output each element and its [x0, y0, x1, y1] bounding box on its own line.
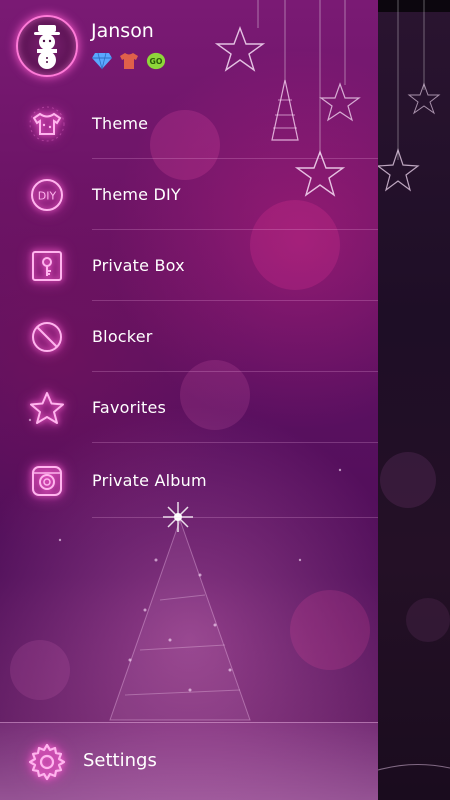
menu-item-label: Blocker — [92, 327, 153, 346]
menu-item-label: Favorites — [92, 398, 167, 417]
profile-header[interactable]: Janson GO — [0, 0, 378, 88]
diy-icon: DIY — [26, 174, 68, 216]
navigation-drawer: Janson GO Theme DIY Theme DIY Private Bo… — [0, 0, 378, 800]
menu-item-theme[interactable]: Theme — [0, 88, 378, 159]
go-icon: GO — [146, 51, 166, 71]
menu-item-label: Private Box — [92, 256, 185, 275]
menu-item-private-box[interactable]: Private Box — [0, 230, 378, 301]
menu-item-blocker[interactable]: Blocker — [0, 301, 378, 372]
avatar[interactable] — [16, 15, 78, 77]
camera-icon — [26, 460, 68, 502]
gear-icon — [26, 741, 68, 783]
background-panel — [378, 0, 450, 800]
menu-item-label: Theme DIY — [92, 185, 181, 204]
badge-row: GO — [92, 51, 166, 71]
svg-text:GO: GO — [150, 57, 163, 66]
menu-list: Theme DIY Theme DIY Private Box Blocker — [0, 88, 378, 518]
tshirt-icon — [26, 103, 68, 145]
menu-item-private-album[interactable]: Private Album — [0, 443, 378, 518]
menu-item-favorites[interactable]: Favorites — [0, 372, 378, 443]
star-icon — [26, 387, 68, 429]
settings-button[interactable]: Settings — [0, 722, 378, 800]
user-name: Janson — [91, 20, 154, 42]
hanging-stars-decoration — [378, 0, 450, 771]
bokeh-light — [10, 640, 70, 700]
divider — [92, 517, 378, 518]
block-icon — [26, 316, 68, 358]
tshirt-icon — [119, 51, 139, 71]
menu-item-label: Private Album — [92, 471, 207, 490]
menu-item-label: Theme — [92, 114, 149, 133]
top-band — [378, 0, 450, 12]
bokeh-light — [290, 590, 370, 670]
diamond-icon — [92, 51, 112, 71]
snowman-icon — [34, 25, 60, 69]
menu-item-theme-diy[interactable]: DIY Theme DIY — [0, 159, 378, 230]
svg-text:DIY: DIY — [38, 189, 57, 202]
lock-box-icon — [26, 245, 68, 287]
settings-label: Settings — [83, 750, 157, 771]
